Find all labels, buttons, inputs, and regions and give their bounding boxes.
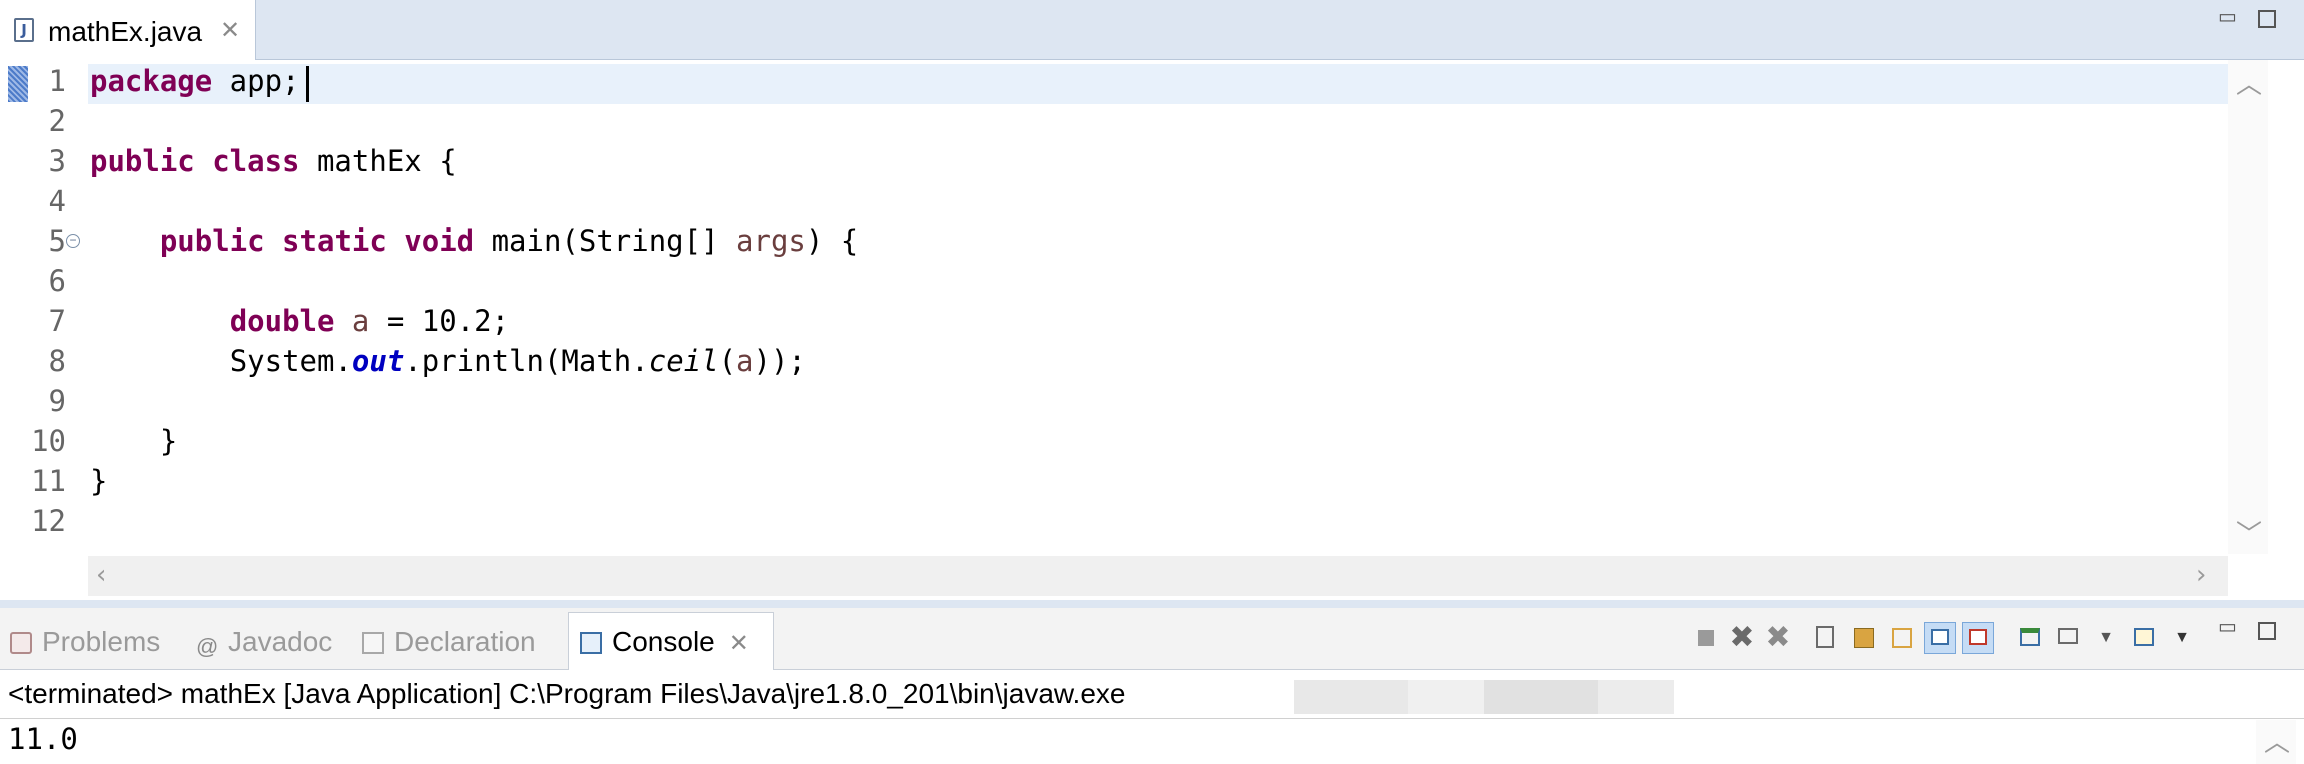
javadoc-icon: @ [196, 634, 219, 659]
close-icon[interactable]: ✕ [220, 16, 240, 45]
line-number: 11 [31, 464, 66, 498]
console-output[interactable]: 11.0 [8, 722, 78, 756]
line-number: 12 [31, 504, 66, 538]
chevron-down-icon[interactable]: ▼ [2090, 622, 2122, 654]
show-on-stdout-icon[interactable] [1924, 622, 1956, 654]
line-number: 1 [48, 64, 66, 98]
current-line-highlight [88, 64, 2228, 104]
declaration-icon [362, 632, 384, 654]
redacted-timestamp [1294, 680, 1674, 714]
scroll-right-icon[interactable]: › [2196, 560, 2206, 590]
word-wrap-icon[interactable] [1886, 622, 1918, 654]
view-tab-bar [0, 608, 2304, 670]
terminate-icon[interactable] [1690, 622, 1722, 654]
line-number: 2 [48, 104, 66, 138]
line-number: 9 [48, 384, 66, 418]
minimize-icon[interactable]: ▭ [2218, 617, 2237, 637]
tab-problems[interactable]: Problems [10, 618, 160, 666]
line-number: 10 [31, 424, 66, 458]
tab-console[interactable]: Console ✕ [580, 618, 749, 666]
show-on-stderr-icon[interactable] [1962, 622, 1994, 654]
console-icon [580, 632, 602, 654]
scroll-left-icon[interactable]: ‹ [96, 560, 106, 590]
remove-launch-icon[interactable]: ✖ [1726, 622, 1758, 654]
console-vertical-scrollbar[interactable]: ︿ [2256, 720, 2296, 764]
console-process-label: <terminated> mathEx [Java Application] C… [8, 678, 1126, 709]
line-number: 7 [48, 304, 66, 338]
problems-icon [10, 632, 32, 654]
code-line-8: System.out.println(Math.ceil(a)); [229, 344, 806, 378]
line-number: 8 [48, 344, 66, 378]
open-console-icon[interactable] [2128, 622, 2160, 654]
minimize-icon[interactable]: ▭ [2218, 7, 2237, 27]
tab-javadoc[interactable]: @ Javadoc [196, 618, 332, 666]
tab-declaration[interactable]: Declaration [362, 618, 536, 666]
editor-tab-bar [0, 0, 2304, 60]
code-line-10: } [90, 424, 178, 458]
scroll-up-icon[interactable]: ︿ [2264, 722, 2290, 759]
fold-collapse-icon[interactable]: − [66, 234, 80, 248]
scroll-lock-icon[interactable] [1848, 622, 1880, 654]
remove-all-terminated-icon[interactable]: ✖ [1762, 622, 1794, 654]
chevron-down-icon[interactable]: ▼ [2166, 622, 2198, 654]
code-line-11: } [90, 464, 108, 498]
view-separator[interactable] [0, 600, 2304, 608]
editor-horizontal-scrollbar[interactable] [88, 556, 2228, 596]
code-line-5: public static void main(String[] args) { [159, 224, 859, 258]
display-console-icon[interactable] [2052, 622, 2084, 654]
divider [0, 718, 2304, 719]
close-icon[interactable]: ✕ [729, 630, 749, 657]
code-line-1: package app; [90, 64, 300, 98]
maximize-icon[interactable] [2258, 622, 2276, 640]
scroll-down-icon[interactable]: ﹀ [2236, 514, 2262, 551]
clear-console-icon[interactable] [1810, 622, 1842, 654]
editor-tab-label: mathEx.java [48, 16, 203, 47]
line-number: 6 [48, 264, 66, 298]
line-number: 4 [48, 184, 66, 218]
line-number: 5 [48, 224, 66, 258]
line-number: 3 [48, 144, 66, 178]
java-file-icon: J [14, 18, 34, 42]
code-line-3: public class mathEx { [90, 144, 457, 178]
editor-vertical-scrollbar[interactable] [2228, 60, 2268, 554]
maximize-icon[interactable] [2258, 10, 2276, 28]
scroll-up-icon[interactable]: ︿ [2236, 64, 2262, 101]
pin-console-icon[interactable] [2014, 622, 2046, 654]
text-cursor [306, 66, 309, 102]
code-line-7: double a = 10.2; [229, 304, 510, 338]
quick-diff-marker [8, 66, 28, 102]
